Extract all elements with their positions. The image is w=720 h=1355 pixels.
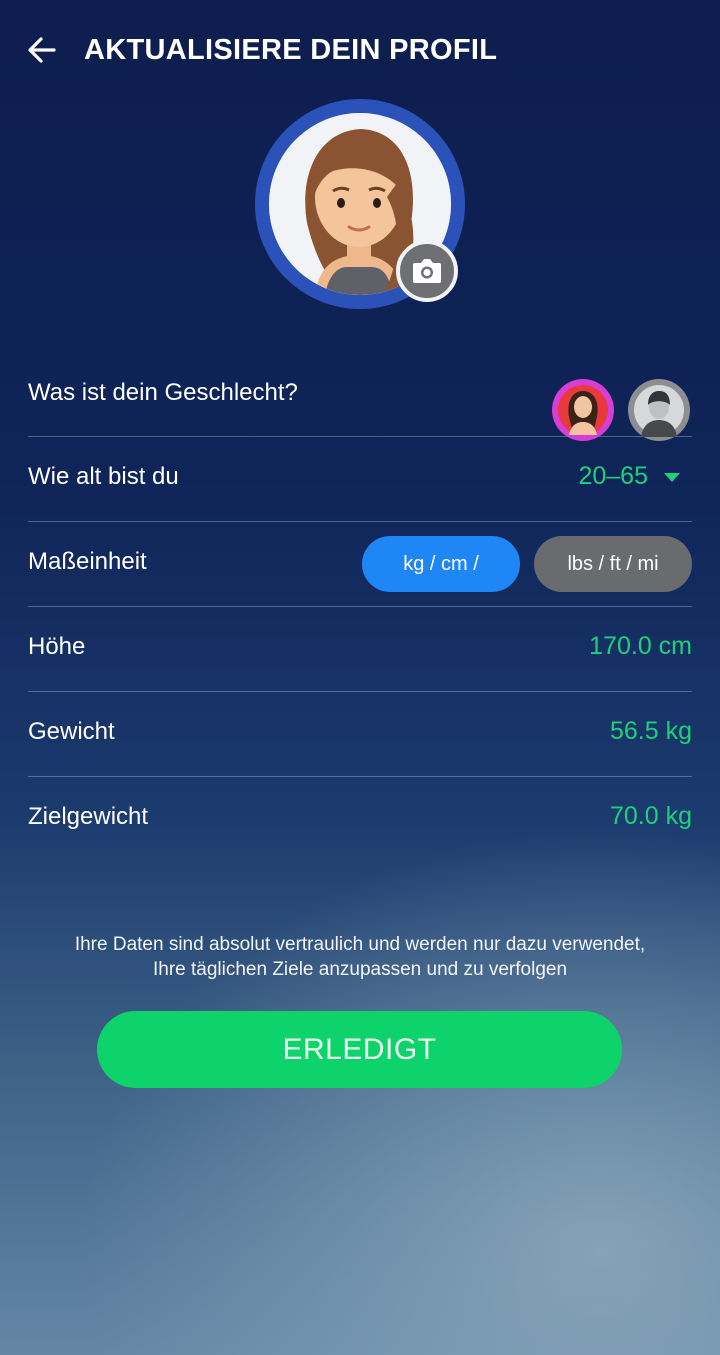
unit-imperial-button[interactable]: lbs / ft / mi bbox=[534, 536, 692, 592]
target-weight-row[interactable]: Zielgewicht 70.0 kg bbox=[28, 776, 692, 861]
gender-row: Was ist dein Geschlecht? bbox=[28, 351, 692, 441]
weight-label: Gewicht bbox=[28, 718, 115, 745]
camera-icon bbox=[413, 259, 441, 283]
height-row[interactable]: Höhe 170.0 cm bbox=[28, 606, 692, 692]
arrow-left-icon[interactable] bbox=[26, 34, 58, 66]
privacy-line-2: Ihre täglichen Ziele anzupassen und zu v… bbox=[152, 959, 568, 980]
age-label: Wie alt bist du bbox=[28, 463, 179, 490]
age-row[interactable]: Wie alt bist du 20–65 bbox=[28, 436, 692, 522]
unit-row: Maßeinheit kg / cm / lbs / ft / mi bbox=[28, 521, 692, 607]
height-value[interactable]: 170.0 cm bbox=[589, 632, 692, 661]
camera-button[interactable] bbox=[396, 240, 458, 302]
privacy-line-1: Ihre Daten sind absolut vertraulich und … bbox=[74, 934, 646, 955]
male-avatar-icon bbox=[634, 385, 684, 437]
done-button[interactable]: ERLEDIGT bbox=[97, 1011, 622, 1088]
target-weight-label: Zielgewicht bbox=[28, 803, 149, 830]
female-avatar-icon bbox=[558, 385, 608, 435]
app-header: AKTUALISIERE DEIN PROFIL bbox=[0, 0, 720, 100]
caret-down-icon[interactable] bbox=[664, 473, 680, 482]
age-value[interactable]: 20–65 bbox=[578, 462, 648, 491]
unit-metric-button[interactable]: kg / cm / bbox=[362, 536, 520, 592]
profile-avatar[interactable] bbox=[255, 99, 465, 309]
gender-male-button[interactable] bbox=[628, 379, 690, 441]
target-weight-value[interactable]: 70.0 kg bbox=[610, 802, 692, 831]
height-label: Höhe bbox=[28, 633, 86, 660]
gender-female-button[interactable] bbox=[552, 379, 614, 441]
gender-label: Was ist dein Geschlecht? bbox=[28, 379, 298, 406]
unit-label: Maßeinheit bbox=[28, 548, 147, 575]
page-title: AKTUALISIERE DEIN PROFIL bbox=[84, 34, 498, 66]
weight-value[interactable]: 56.5 kg bbox=[610, 717, 692, 746]
weight-row[interactable]: Gewicht 56.5 kg bbox=[28, 691, 692, 777]
privacy-note: Ihre Daten sind absolut vertraulich und … bbox=[40, 932, 680, 982]
